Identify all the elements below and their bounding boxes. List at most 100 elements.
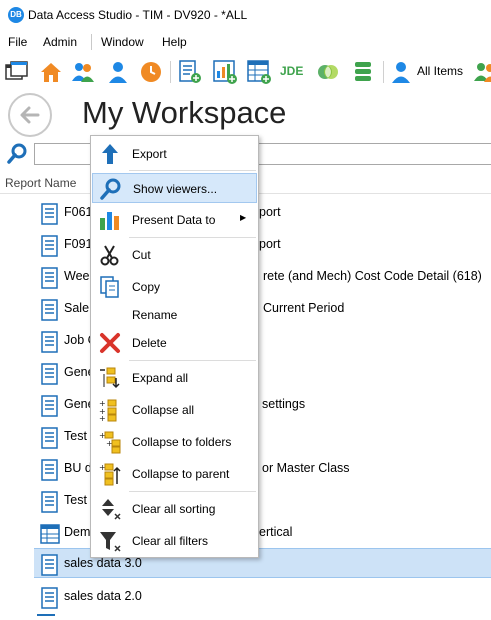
row-name: BU d [64, 461, 92, 475]
export-arrow-icon [102, 144, 118, 164]
new-report-icon[interactable] [177, 59, 203, 85]
user-blue-icon[interactable] [388, 59, 414, 85]
menu-item-collapse-to-parent[interactable]: + Collapse to parent [92, 459, 257, 489]
menu-item-label: Collapse to parent [132, 467, 230, 481]
venn-icon[interactable] [315, 59, 341, 85]
expand-all-icon [100, 367, 120, 389]
report-icon-partial [37, 614, 55, 620]
menu-bar: File Admin Window Help [0, 32, 491, 52]
new-window-icon[interactable] [4, 59, 30, 85]
menu-item-label: Export [132, 147, 167, 161]
users-icon[interactable] [70, 59, 96, 85]
back-arrow-icon [20, 106, 40, 124]
report-icon [41, 203, 58, 225]
report-icon [41, 554, 58, 576]
clock-icon[interactable] [138, 59, 164, 85]
report-icon [41, 427, 58, 449]
collapse-all-icon: +++ [99, 399, 117, 422]
search-icon[interactable] [6, 143, 28, 165]
menu-separator [129, 237, 256, 238]
magnifier-icon [100, 178, 121, 200]
clear-filter-icon [100, 532, 121, 552]
row-name-tail: ertical [259, 525, 293, 539]
report-icon [41, 267, 58, 289]
menu-item-label: Clear all sorting [132, 502, 216, 516]
table-row[interactable]: sales data 2.0 [0, 582, 491, 612]
menu-item-clear-all-sorting[interactable]: Clear all sorting [92, 494, 257, 524]
report-icon [41, 459, 58, 481]
collapse-folders-icon: ++ [99, 431, 121, 454]
database-icon[interactable] [350, 59, 376, 85]
menu-item-delete[interactable]: Delete [92, 328, 257, 358]
menu-item-copy[interactable]: Copy [92, 272, 257, 302]
menu-help[interactable]: Help [162, 35, 187, 49]
collapse-parent-icon: + [99, 463, 121, 486]
row-name: Test [64, 493, 87, 507]
new-grid-icon[interactable] [246, 59, 272, 85]
row-name: Wee [64, 269, 90, 283]
bar-chart-icon [100, 212, 119, 230]
jde-icon[interactable]: JDE [280, 64, 310, 84]
back-button[interactable] [8, 93, 52, 137]
row-name: Test [64, 429, 87, 443]
report-icon [41, 491, 58, 513]
clear-sort-icon [102, 499, 121, 520]
menu-item-label: Delete [132, 336, 167, 350]
menu-item-clear-all-filters[interactable]: Clear all filters [92, 526, 257, 556]
toolbar-separator [383, 61, 384, 83]
row-name: sales data 3.0 [64, 556, 142, 570]
menu-separator [129, 170, 256, 171]
app-logo-icon: DB [8, 7, 24, 23]
menu-item-cut[interactable]: Cut [92, 240, 257, 270]
menu-item-label: Cut [132, 248, 151, 262]
menu-separator [129, 360, 256, 361]
menu-item-label: Present Data to [132, 213, 216, 227]
svg-text:+: + [99, 414, 106, 422]
menu-item-label: Clear all filters [132, 534, 209, 548]
menu-item-label: Expand all [132, 371, 189, 385]
menu-file[interactable]: File [8, 35, 27, 49]
report-icon [41, 331, 58, 353]
menu-item-present-data-to[interactable]: Present Data to ▶ [92, 205, 257, 235]
menu-item-label: Collapse to folders [132, 435, 232, 449]
menu-item-show-viewers[interactable]: Show viewers... [92, 173, 257, 203]
all-items-button[interactable]: All Items [417, 64, 463, 78]
row-name-tail: settings [262, 397, 306, 411]
report-icon [41, 235, 58, 257]
menu-item-rename[interactable]: Rename [92, 300, 257, 330]
context-menu: Export Show viewers... Present Data to ▶… [90, 135, 259, 558]
menu-item-export[interactable]: Export [92, 139, 257, 169]
row-name: F091 [64, 237, 93, 251]
menu-item-label: Copy [132, 280, 161, 294]
menu-separator [91, 34, 92, 50]
row-name-tail: port [259, 205, 281, 219]
menu-separator [129, 491, 256, 492]
toolbar-separator [170, 61, 171, 83]
report-icon [41, 395, 58, 417]
report-icon [41, 587, 58, 609]
menu-item-label: Rename [132, 308, 178, 322]
report-icon [41, 299, 58, 321]
column-header-report-name[interactable]: Report Name [5, 176, 76, 190]
row-name-tail: Current Period [263, 301, 345, 315]
home-icon[interactable] [38, 59, 64, 85]
row-name-tail: or Master Class [262, 461, 350, 475]
menu-admin[interactable]: Admin [43, 35, 77, 49]
menu-item-label: Collapse all [132, 403, 195, 417]
submenu-arrow-icon: ▶ [240, 213, 247, 222]
copy-icon [100, 276, 119, 298]
report-icon [41, 363, 58, 385]
menu-item-collapse-all[interactable]: + + + Collapse all [92, 395, 257, 425]
user-icon[interactable] [105, 59, 131, 85]
new-chart-icon[interactable] [212, 59, 238, 85]
title-bar: DB Data Access Studio - TIM - DV920 - *A… [0, 0, 491, 30]
menu-item-expand-all[interactable]: Expand all [92, 363, 257, 393]
menu-item-collapse-to-folders[interactable]: + + Collapse to folders [92, 427, 257, 457]
menu-window[interactable]: Window [101, 35, 144, 49]
row-name-tail: rete (and Mech) Cost Code Detail (618) [263, 269, 482, 283]
window-title: Data Access Studio - TIM - DV920 - *ALL [28, 8, 248, 22]
row-name: F061 [64, 205, 93, 219]
users-green-icon[interactable] [472, 59, 491, 85]
menu-item-label: Show viewers... [133, 182, 218, 196]
row-name-tail: port [259, 237, 281, 251]
